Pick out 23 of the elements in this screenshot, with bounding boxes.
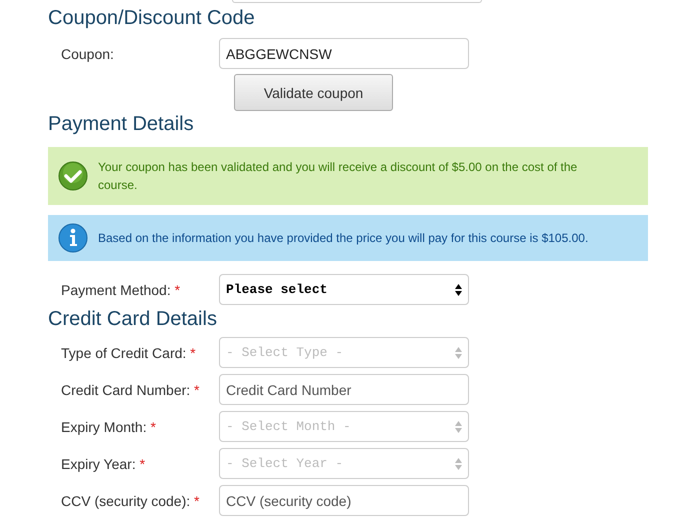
check-icon	[58, 161, 88, 191]
updown-arrows-icon	[455, 346, 462, 358]
field-label: Payment Method: *	[60, 282, 182, 298]
input-field[interactable]: CCV (security code)	[219, 485, 469, 516]
field-label: Expiry Year: *	[60, 456, 146, 472]
select-field[interactable]: Please select	[219, 274, 469, 305]
field-label: Expiry Month: *	[60, 418, 157, 434]
updown-arrows-icon	[455, 284, 462, 296]
input-field[interactable]: ABGGEWCNSW	[219, 38, 469, 69]
section-heading: Credit Card Details	[48, 307, 218, 331]
alert-message: Based on the information you have provided the price you will pay for this course is $105.00.	[98, 230, 588, 247]
validate-button[interactable]: Validate coupon	[234, 74, 393, 111]
alert-message: Your coupon has been validated and you will receive a discount of $5.00 on the cost of the course.	[98, 159, 578, 194]
info-icon	[58, 223, 88, 253]
updown-arrows-icon	[455, 420, 462, 432]
section-heading: Payment Details	[48, 112, 195, 136]
input-field[interactable]: Credit Card Number	[219, 374, 469, 405]
updown-arrows-icon	[455, 458, 462, 470]
field-label: Credit Card Number: *	[60, 382, 200, 398]
field-label: CCV (security code): *	[60, 492, 200, 508]
field-label: Coupon:	[60, 46, 115, 62]
field-label: Type of Credit Card: *	[60, 344, 197, 360]
section-heading: Coupon/Discount Code	[48, 6, 256, 30]
